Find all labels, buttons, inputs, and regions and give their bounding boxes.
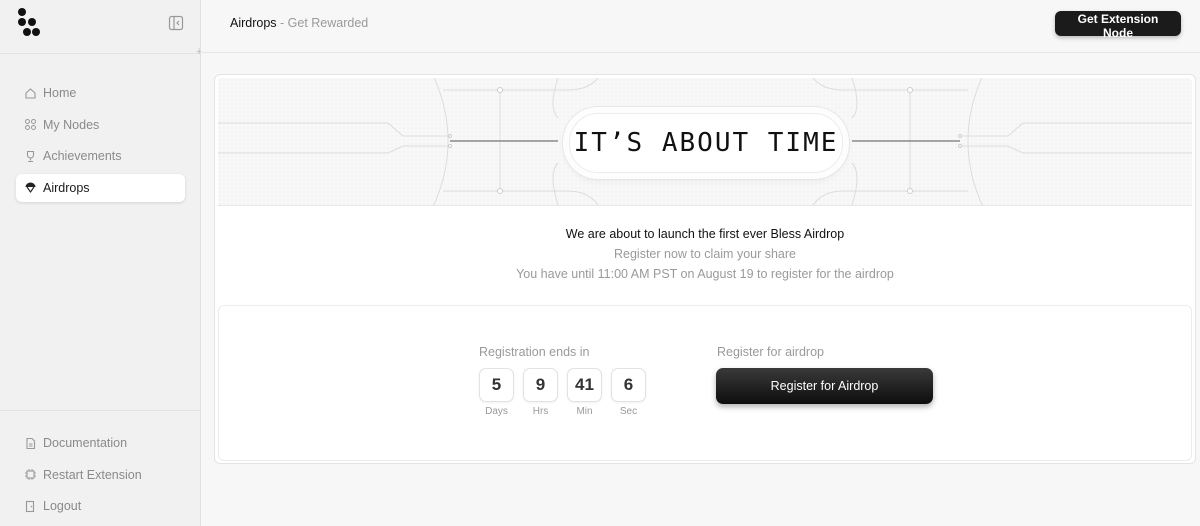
sidebar-item-label: Airdrops [43, 180, 90, 195]
deadline-text: You have until 11:00 AM PST on August 19… [516, 267, 894, 281]
airdrop-icon [24, 181, 37, 194]
top-header: Airdrops - Get Rewarded Get Extension No… [201, 0, 1200, 53]
announcement-text: We are about to launch the first ever Bl… [565, 227, 845, 241]
countdown-value: 9 [523, 368, 558, 402]
countdown-unit: Min [576, 406, 593, 417]
countdown-unit: Hrs [532, 406, 549, 417]
sidebar-item-airdrops[interactable]: Airdrops [16, 173, 185, 202]
sidebar-item-my-nodes[interactable]: My Nodes [16, 111, 185, 139]
sidebar-item-restart-extension[interactable]: Restart Extension [16, 461, 185, 489]
sidebar-divider [0, 410, 200, 411]
breadcrumb-separator: - [276, 16, 288, 30]
restart-icon [24, 468, 37, 481]
countdown-minutes: 41 Min [567, 368, 602, 417]
register-for-airdrop-button[interactable]: Register for Airdrop [716, 368, 933, 404]
countdown-unit: Sec [619, 406, 638, 417]
sidebar-item-label: Home [43, 86, 77, 100]
page-title: Airdrops [230, 16, 277, 30]
bless-logo-icon[interactable] [17, 7, 41, 39]
sidebar-item-home[interactable]: Home [16, 79, 185, 107]
sidebar-item-documentation[interactable]: Documentation [16, 429, 185, 457]
sidebar-item-label: My Nodes [43, 117, 100, 132]
nodes-icon [24, 118, 37, 131]
countdown-label: Registration ends in [479, 345, 590, 359]
sidebar-item-label: Restart Extension [43, 467, 142, 482]
register-label: Register for airdrop [717, 345, 824, 359]
countdown-hours: 9 Hrs [523, 368, 558, 417]
home-icon [24, 87, 37, 100]
sidebar-item-label: Logout [43, 499, 82, 513]
countdown-value: 5 [479, 368, 514, 402]
collapse-sidebar-icon[interactable] [168, 15, 184, 31]
logout-icon [24, 500, 37, 513]
breadcrumb: Airdrops - Get Rewarded [230, 16, 368, 30]
countdown-seconds: 6 Sec [611, 368, 646, 417]
sidebar-item-label: Documentation [43, 436, 128, 450]
get-extension-node-button[interactable]: Get Extension Node [1055, 11, 1181, 40]
countdown-value: 6 [611, 368, 646, 402]
sidebar-item-label: Achievements [43, 149, 122, 163]
page-subtitle: Get Rewarded [287, 16, 369, 30]
registration-panel: Registration ends in Register for airdro… [218, 305, 1192, 461]
headline-pill: IT’S ABOUT TIME [569, 113, 843, 173]
countdown-timer: 5 Days 9 Hrs 41 Min 6 Sec [479, 368, 655, 417]
countdown-value: 41 [567, 368, 602, 402]
sidebar-bottom-nav: Documentation Restart Extension Logout [16, 429, 185, 524]
countdown-days: 5 Days [479, 368, 514, 417]
document-icon [24, 437, 37, 450]
sidebar: + Home My Nodes Achievements Airdrops Do… [0, 0, 202, 526]
sidebar-divider [0, 53, 200, 54]
trophy-icon [24, 150, 37, 163]
airdrop-card: IT’S ABOUT TIME We are about to launch t… [214, 74, 1196, 464]
sidebar-nav: Home My Nodes Achievements Airdrops [16, 79, 185, 205]
countdown-unit: Days [485, 406, 508, 417]
sidebar-item-logout[interactable]: Logout [16, 492, 185, 520]
sidebar-item-achievements[interactable]: Achievements [16, 142, 185, 170]
hero-banner: IT’S ABOUT TIME [218, 78, 1192, 206]
register-prompt-text: Register now to claim your share [613, 247, 797, 261]
